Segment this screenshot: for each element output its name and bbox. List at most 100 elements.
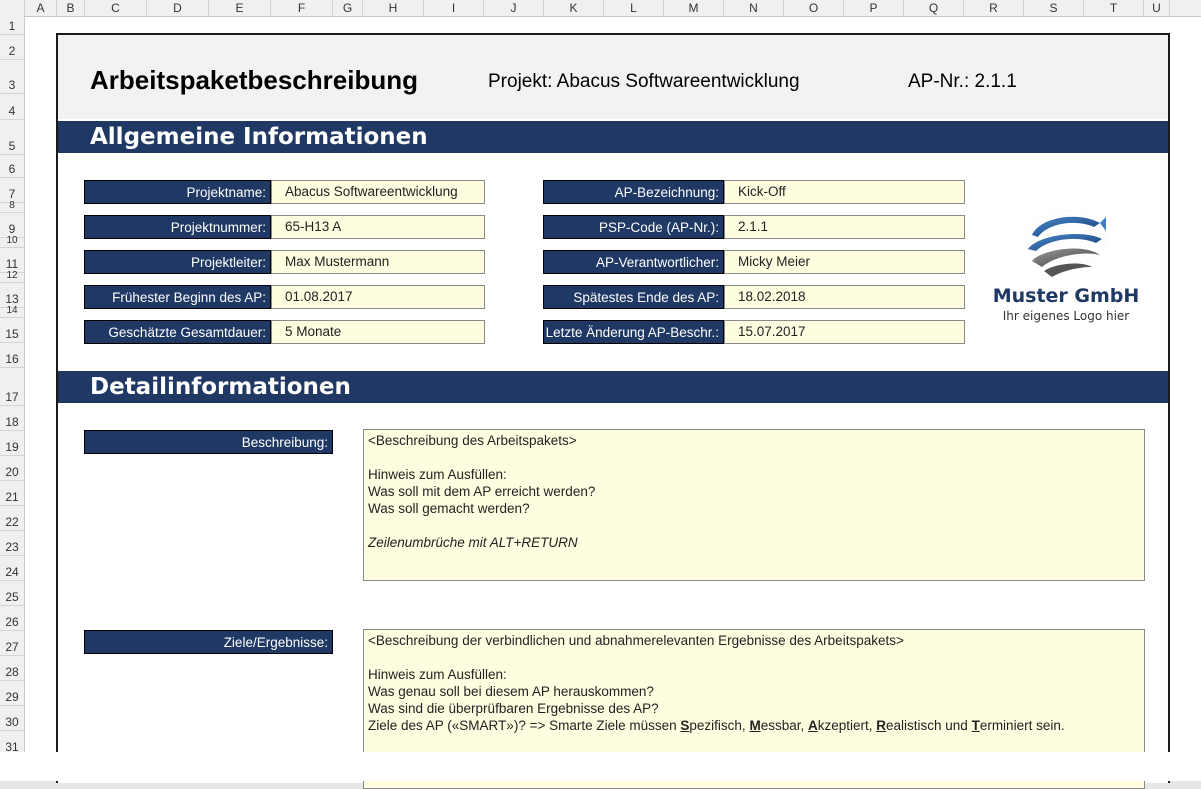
ziele-line: Was sind die überprüfbaren Ergebnisse de… <box>368 701 659 716</box>
row-header[interactable]: 27 <box>0 631 24 656</box>
row-header[interactable]: 29 <box>0 681 24 706</box>
select-all-corner[interactable] <box>0 0 25 16</box>
column-header[interactable]: N <box>724 0 784 16</box>
column-header[interactable]: I <box>424 0 484 16</box>
column-header[interactable]: F <box>271 0 333 16</box>
ziele-line: Was genau soll bei diesem AP herauskomme… <box>368 684 654 699</box>
row-header[interactable]: 14 <box>0 305 24 318</box>
smart-rest: ealistisch und <box>886 718 972 733</box>
column-header[interactable]: M <box>664 0 724 16</box>
row-header[interactable]: 18 <box>0 406 24 431</box>
smart-rest: pezifisch, <box>689 718 750 733</box>
smart-rest: kzeptiert, <box>817 718 877 733</box>
field-value-projektname[interactable]: Abacus Softwareentwicklung <box>271 180 485 204</box>
column-header[interactable]: G <box>333 0 363 16</box>
column-header[interactable]: R <box>964 0 1024 16</box>
column-header[interactable]: J <box>484 0 544 16</box>
row-header[interactable]: 12 <box>0 270 24 283</box>
logo-company-name: Muster GmbH <box>992 285 1140 307</box>
column-header[interactable]: B <box>57 0 85 16</box>
ziele-line <box>368 649 1140 666</box>
column-header[interactable]: U <box>1144 0 1170 16</box>
field-value-ap-verantwortlicher[interactable]: Micky Meier <box>724 250 965 274</box>
row-header[interactable]: 4 <box>0 94 24 120</box>
column-header[interactable]: K <box>544 0 604 16</box>
project-heading: Projekt: Abacus Softwareentwicklung <box>488 71 800 92</box>
row-header[interactable]: 6 <box>0 155 24 178</box>
beschreibung-line: Was soll gemacht werden? <box>368 501 530 516</box>
row-header[interactable]: 21 <box>0 481 24 506</box>
company-logo[interactable]: Muster GmbH Ihr eigenes Logo hier <box>982 205 1150 325</box>
row-header[interactable]: 20 <box>0 456 24 481</box>
field-label-spaetestes-ende: Spätestes Ende des AP: <box>543 285 724 309</box>
column-header[interactable]: S <box>1024 0 1084 16</box>
torn-edge-decoration <box>0 752 1201 781</box>
row-header[interactable]: 16 <box>0 343 24 368</box>
row-header[interactable]: 25 <box>0 581 24 606</box>
row-header[interactable]: 10 <box>0 235 24 248</box>
smart-letter: A <box>807 718 818 733</box>
row-header[interactable]: 30 <box>0 706 24 731</box>
row-header[interactable]: 23 <box>0 531 24 556</box>
field-value-projektleiter[interactable]: Max Mustermann <box>271 250 485 274</box>
field-label-psp-code: PSP-Code (AP-Nr.): <box>543 215 724 239</box>
field-value-projektnummer[interactable]: 65-H13 A <box>271 215 485 239</box>
section-heading-details: Detailinformationen <box>58 371 1168 403</box>
beschreibung-line: <Beschreibung des Arbeitspakets> <box>368 433 577 448</box>
row-header-bar: 1 2 3 4 5 6 7 8 9 10 11 12 13 14 15 16 1… <box>0 16 25 781</box>
column-header-bar: A B C D E F G H I J K L M N O P Q R S T … <box>0 0 1201 17</box>
smart-letter: R <box>876 718 886 733</box>
column-header[interactable]: Q <box>904 0 964 16</box>
column-header[interactable]: A <box>25 0 57 16</box>
column-header[interactable]: P <box>844 0 904 16</box>
ziele-smart-line: Ziele des AP («SMART»)? => Smarte Ziele … <box>368 717 1140 734</box>
field-label-fruehester-beginn: Frühester Beginn des AP: <box>84 285 271 309</box>
field-value-gesamtdauer[interactable]: 5 Monate <box>271 320 485 344</box>
form-frame: Arbeitspaketbeschreibung Projekt: Abacus… <box>56 33 1170 789</box>
smart-prefix: Ziele des AP («SMART»)? => Smarte Ziele … <box>368 718 681 733</box>
field-value-psp-code[interactable]: 2.1.1 <box>724 215 965 239</box>
row-header[interactable]: 26 <box>0 606 24 631</box>
beschreibung-line <box>368 449 1140 466</box>
ziele-line: <Beschreibung der verbindlichen und abna… <box>368 633 904 648</box>
column-header[interactable]: T <box>1084 0 1144 16</box>
column-header[interactable]: C <box>85 0 147 16</box>
field-value-ap-bezeichnung[interactable]: Kick-Off <box>724 180 965 204</box>
logo-swoosh-icon <box>1025 210 1107 277</box>
field-value-fruehester-beginn[interactable]: 01.08.2017 <box>271 285 485 309</box>
column-header[interactable]: E <box>209 0 271 16</box>
field-label-ziele: Ziele/Ergebnisse: <box>84 630 333 654</box>
field-label-gesamtdauer: Geschätzte Gesamtdauer: <box>84 320 271 344</box>
row-header[interactable]: 5 <box>0 120 24 155</box>
section-heading-general: Allgemeine Informationen <box>58 121 1168 153</box>
field-label-projektname: Projektname: <box>84 180 271 204</box>
column-header[interactable]: O <box>784 0 844 16</box>
column-header[interactable]: L <box>604 0 664 16</box>
row-header[interactable]: 24 <box>0 556 24 581</box>
beschreibung-textbox[interactable]: <Beschreibung des Arbeitspakets> Hinweis… <box>363 429 1145 581</box>
smart-letter: T <box>971 718 980 733</box>
row-header[interactable]: 3 <box>0 60 24 94</box>
title-bar: Arbeitspaketbeschreibung Projekt: Abacus… <box>58 35 1168 119</box>
ziele-line: Hinweis zum Ausfüllen: <box>368 667 507 682</box>
row-header[interactable]: 15 <box>0 318 24 343</box>
smart-rest: erminiert sein. <box>979 718 1065 733</box>
column-header[interactable]: H <box>363 0 424 16</box>
field-label-beschreibung: Beschreibung: <box>84 430 333 454</box>
row-header[interactable]: 19 <box>0 431 24 456</box>
logo-tagline: Ihr eigenes Logo hier <box>1002 309 1130 323</box>
row-header[interactable]: 2 <box>0 35 24 60</box>
field-value-letzte-aenderung[interactable]: 15.07.2017 <box>724 320 965 344</box>
smart-rest: essbar, <box>760 718 808 733</box>
row-header[interactable]: 28 <box>0 656 24 681</box>
row-header[interactable]: 22 <box>0 506 24 531</box>
page-title: Arbeitspaketbeschreibung <box>90 65 418 95</box>
row-header[interactable]: 8 <box>0 200 24 213</box>
ap-number-heading: AP-Nr.: 2.1.1 <box>908 71 1017 92</box>
field-label-projektnummer: Projektnummer: <box>84 215 271 239</box>
beschreibung-hint-line: Zeilenumbrüche mit ALT+RETURN <box>368 535 578 550</box>
row-header[interactable]: 17 <box>0 368 24 406</box>
field-value-spaetestes-ende[interactable]: 18.02.2018 <box>724 285 965 309</box>
row-header[interactable]: 1 <box>0 16 24 35</box>
column-header[interactable]: D <box>147 0 209 16</box>
